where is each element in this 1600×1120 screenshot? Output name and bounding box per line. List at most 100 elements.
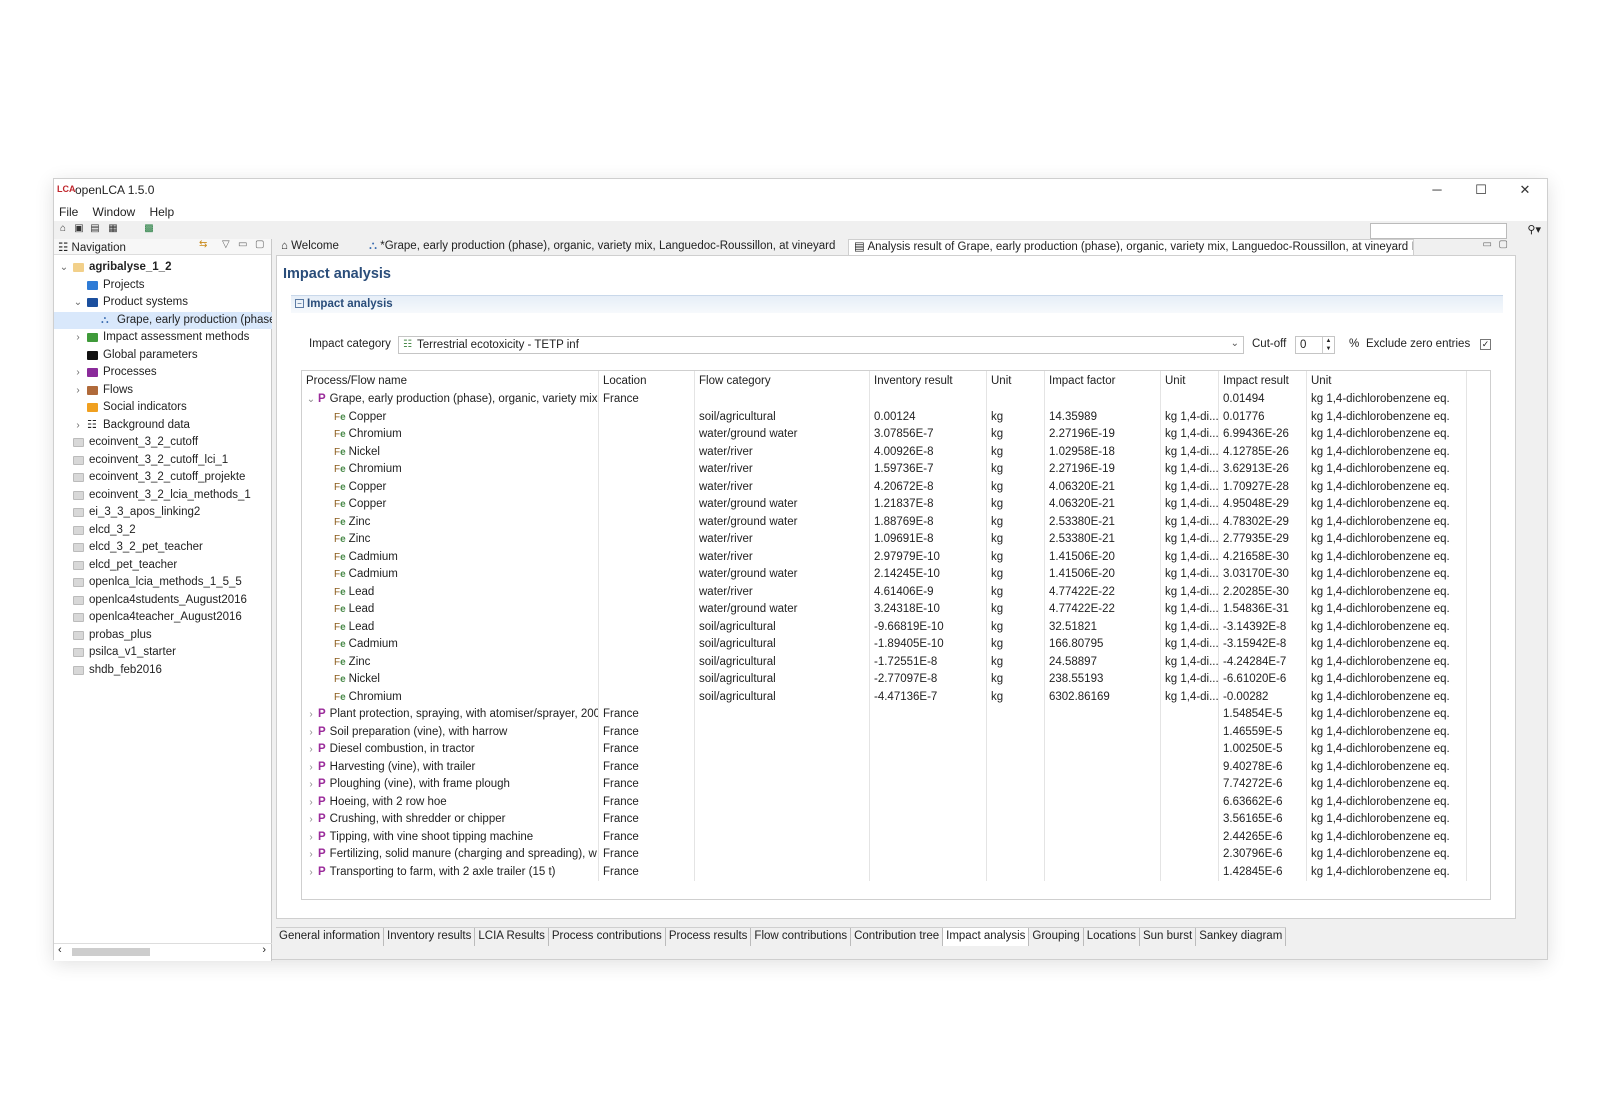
- result-tab[interactable]: Grouping: [1029, 928, 1084, 946]
- result-tab[interactable]: Locations: [1083, 928, 1140, 946]
- nav-tree-item[interactable]: Global parameters: [54, 347, 272, 365]
- nav-tree-item[interactable]: Social indicators: [54, 399, 272, 417]
- chevron-right-icon[interactable]: ›: [306, 794, 316, 812]
- result-tab[interactable]: Process results: [665, 928, 752, 946]
- process-row[interactable]: › P Diesel combustion, in tractor France 1.0…: [302, 741, 1490, 759]
- process-row[interactable]: › P Transporting to farm, with 2 axle trai…: [302, 863, 1490, 882]
- chevron-right-icon[interactable]: ›: [73, 382, 83, 400]
- flow-row[interactable]: Fe Lead soil/agricultural -9.66819E-10 kg 32.…: [302, 618, 1490, 636]
- process-row[interactable]: › P Soil preparation (vine), with harrow Fr…: [302, 723, 1490, 742]
- nav-tree-item[interactable]: elcd_pet_teacher: [54, 557, 272, 575]
- minimize-view-icon[interactable]: ▭: [238, 239, 247, 250]
- home-icon[interactable]: ⌂: [57, 223, 69, 235]
- flow-row[interactable]: Fe Chromium soil/agricultural -4.47136E-7 kg…: [302, 688, 1490, 706]
- flow-row[interactable]: Fe Copper water/ground water 1.21837E-8 kg 4.…: [302, 496, 1490, 514]
- process-row[interactable]: ⌄ P Grape, early production (phase), organ…: [302, 391, 1490, 409]
- close-button[interactable]: ✕: [1503, 179, 1547, 203]
- nav-tree-item[interactable]: ecoinvent_3_2_cutoff_lci_1: [54, 452, 272, 470]
- flow-row[interactable]: Fe Lead water/ground water 3.24318E-10 kg 4.7…: [302, 601, 1490, 619]
- header-location[interactable]: Location: [599, 371, 695, 391]
- process-row[interactable]: › P Fertilizing, solid manure (charging an…: [302, 846, 1490, 864]
- header-process-flow-name[interactable]: Process/Flow name: [302, 371, 599, 391]
- result-tab[interactable]: Contribution tree: [851, 928, 944, 946]
- nav-tree-item[interactable]: ⌄ agribalyse_1_2: [54, 259, 272, 277]
- tab-welcome[interactable]: ⌂ Welcome: [276, 239, 362, 255]
- flow-row[interactable]: Fe Zinc water/ground water 1.88769E-8 kg 2.53…: [302, 513, 1490, 531]
- search-icon[interactable]: ⚲▾: [1527, 223, 1541, 236]
- nav-tree-item[interactable]: openlca4teacher_August2016: [54, 609, 272, 627]
- flow-row[interactable]: Fe Cadmium water/ground water 2.14245E-10 kg…: [302, 566, 1490, 584]
- flow-row[interactable]: Fe Zinc soil/agricultural -1.72551E-8 kg 24.5…: [302, 653, 1490, 671]
- nav-tree-item[interactable]: elcd_3_2: [54, 522, 272, 540]
- chevron-right-icon[interactable]: ›: [306, 759, 316, 777]
- chevron-right-icon[interactable]: ›: [73, 329, 83, 347]
- tab-product-system[interactable]: ⛬ *Grape, early production (phase), orga…: [364, 239, 846, 255]
- save-all-icon[interactable]: ▦: [107, 223, 119, 235]
- view-menu-icon[interactable]: ▽: [222, 239, 230, 250]
- chevron-down-icon[interactable]: ⌄: [59, 259, 69, 277]
- flow-row[interactable]: Fe Copper soil/agricultural 0.00124 kg 14.359…: [302, 408, 1490, 426]
- maximize-view-icon[interactable]: ▢: [255, 239, 264, 250]
- collapse-icon[interactable]: −: [295, 299, 304, 308]
- nav-tree-item[interactable]: shdb_feb2016: [54, 662, 272, 680]
- nav-tree-item[interactable]: ei_3_3_apos_linking2: [54, 504, 272, 522]
- nav-tree-item[interactable]: ⌄ Product systems: [54, 294, 272, 312]
- maximize-editor-icon[interactable]: ▢: [1499, 239, 1508, 250]
- menu-file[interactable]: File: [54, 203, 84, 219]
- header-impact-factor[interactable]: Impact factor: [1045, 371, 1161, 391]
- nav-tree-item[interactable]: ecoinvent_3_2_lcia_methods_1: [54, 487, 272, 505]
- toolbar-search-input[interactable]: [1370, 223, 1507, 239]
- nav-tree-item[interactable]: probas_plus: [54, 627, 272, 645]
- nav-tree-item[interactable]: openlca4students_August2016: [54, 592, 272, 610]
- header-flow-category[interactable]: Flow category: [695, 371, 870, 391]
- exclude-zero-checkbox[interactable]: ✓: [1480, 339, 1491, 350]
- excel-icon[interactable]: ▩: [143, 223, 155, 235]
- header-unit[interactable]: Unit: [1307, 371, 1467, 391]
- chevron-down-icon[interactable]: ⌄: [1231, 338, 1239, 349]
- header-inventory-result[interactable]: Inventory result: [870, 371, 987, 391]
- chevron-right-icon[interactable]: ›: [306, 864, 316, 882]
- chevron-right-icon[interactable]: ›: [306, 741, 316, 759]
- chevron-right-icon[interactable]: ›: [306, 811, 316, 829]
- chevron-right-icon[interactable]: ›: [306, 706, 316, 724]
- minimize-editor-icon[interactable]: ▭: [1483, 239, 1492, 250]
- maximize-button[interactable]: ☐: [1459, 179, 1503, 203]
- cutoff-spinner[interactable]: 0 ▲ ▼: [1295, 336, 1335, 354]
- process-row[interactable]: › P Plant protection, spraying, with atomi…: [302, 706, 1490, 724]
- result-tab[interactable]: Impact analysis: [943, 928, 1030, 946]
- flow-row[interactable]: Fe Cadmium water/river 2.97979E-10 kg 1.41506…: [302, 548, 1490, 566]
- menu-help[interactable]: Help: [144, 203, 180, 219]
- chevron-right-icon[interactable]: ›: [306, 724, 316, 742]
- chevron-right-icon[interactable]: ›: [73, 417, 83, 435]
- save-as-icon[interactable]: ▤: [89, 223, 101, 235]
- process-row[interactable]: › P Tipping, with vine shoot tipping machi…: [302, 828, 1490, 847]
- nav-tree-item[interactable]: psilca_v1_starter: [54, 644, 272, 662]
- result-tab[interactable]: Process contributions: [548, 928, 666, 946]
- spinner-arrows-icon[interactable]: ▲ ▼: [1322, 337, 1334, 353]
- process-row[interactable]: › P Harvesting (vine), with trailer France 9…: [302, 758, 1490, 777]
- nav-tree-item[interactable]: ecoinvent_3_2_cutoff: [54, 434, 272, 452]
- nav-tree-item[interactable]: Projects: [54, 277, 272, 295]
- nav-tree-item[interactable]: › Impact assessment methods: [54, 329, 272, 347]
- scroll-right-icon[interactable]: ›: [262, 944, 266, 956]
- chevron-right-icon[interactable]: ›: [306, 829, 316, 847]
- scroll-left-icon[interactable]: ‹: [58, 944, 62, 956]
- flow-row[interactable]: Fe Lead water/river 4.61406E-9 kg 4.77422E-22…: [302, 583, 1490, 601]
- nav-tree-item[interactable]: › Processes: [54, 364, 272, 382]
- nav-tree-item[interactable]: ecoinvent_3_2_cutoff_projekte: [54, 469, 272, 487]
- process-row[interactable]: › P Ploughing (vine), with frame plough Fra…: [302, 776, 1490, 794]
- impact-category-select[interactable]: ☷ Terrestrial ecotoxicity - TETP inf ⌄: [398, 336, 1244, 354]
- nav-tree-item[interactable]: elcd_3_2_pet_teacher: [54, 539, 272, 557]
- chevron-down-icon[interactable]: ⌄: [306, 391, 316, 409]
- chevron-down-icon[interactable]: ⌄: [73, 294, 83, 312]
- link-editor-icon[interactable]: ⇆: [199, 239, 207, 250]
- process-row[interactable]: › P Crushing, with shredder or chipper Fran…: [302, 811, 1490, 829]
- header-unit[interactable]: Unit: [987, 371, 1045, 391]
- chevron-right-icon[interactable]: ›: [306, 776, 316, 794]
- flow-row[interactable]: Fe Nickel water/river 4.00926E-8 kg 1.02958E-…: [302, 443, 1490, 461]
- header-impact-result[interactable]: Impact result: [1219, 371, 1307, 391]
- section-header[interactable]: − Impact analysis: [291, 295, 1503, 313]
- flow-row[interactable]: Fe Nickel soil/agricultural -2.77097E-8 kg 23…: [302, 671, 1490, 689]
- nav-tree-item[interactable]: › ☷ Background data: [54, 417, 272, 435]
- flow-row[interactable]: Fe Chromium water/river 1.59736E-7 kg 2.27196…: [302, 461, 1490, 479]
